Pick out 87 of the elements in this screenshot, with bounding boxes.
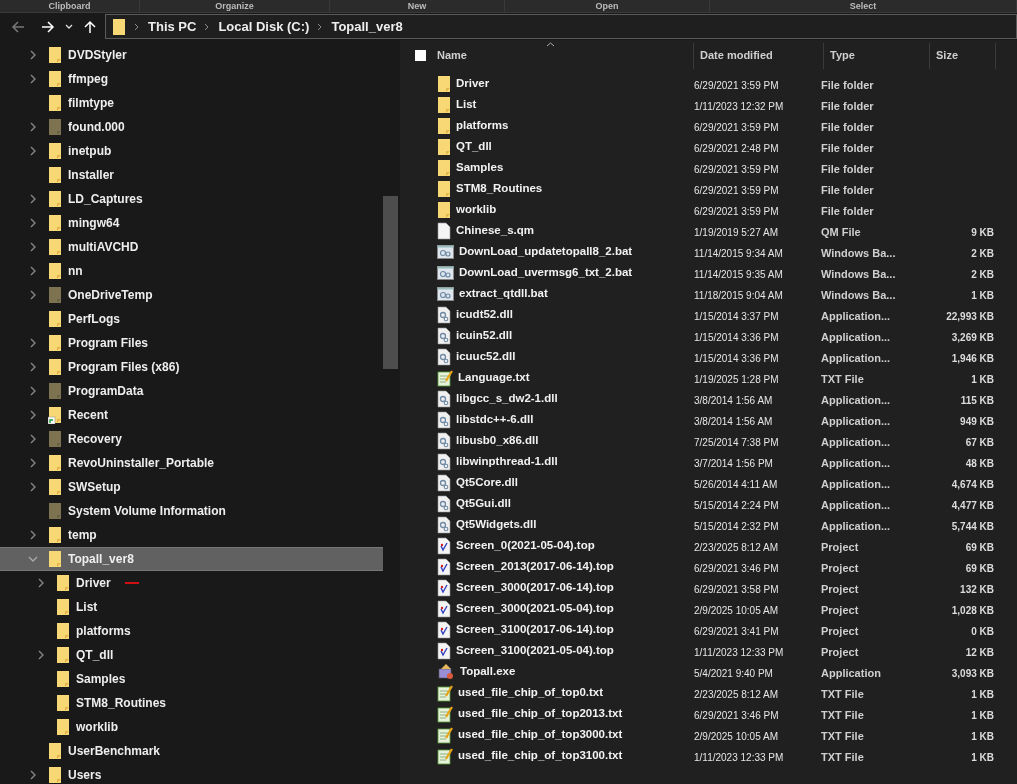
tree-item[interactable]: Topall_ver8 [0, 547, 383, 571]
chevron-right-icon [134, 22, 140, 31]
ribbon-group-label: New [407, 0, 427, 12]
folder-icon [112, 17, 126, 36]
tree-item[interactable]: Recovery [0, 427, 383, 451]
column-header[interactable]: Size [930, 42, 996, 69]
file-row[interactable]: DownLoad_updatetopall8_2.bat 11/14/2015 9:34 AM Windows Ba... 2 KB [400, 241, 1017, 262]
file-row[interactable]: libwinpthread-1.dll 3/7/2014 1:56 PM Application... 48 KB [400, 451, 1017, 472]
file-row[interactable]: icudt52.dll 1/15/2014 3:37 PM Application... 22,993 KB [400, 304, 1017, 325]
file-row[interactable]: Screen_3100(2017-06-14).top 6/29/2021 3:41 PM Project 0 KB [400, 619, 1017, 640]
column-header[interactable]: Date modified [694, 42, 824, 69]
column-header[interactable]: Type [824, 42, 930, 69]
file-row[interactable]: Qt5Widgets.dll 5/15/2014 2:32 PM Application... 5,744 KB [400, 514, 1017, 535]
file-row[interactable]: used_file_chip_of_top0.txt 2/23/2025 8:12 AM TXT File 1 KB [400, 682, 1017, 703]
ribbon-group-label: Select [849, 0, 877, 12]
ribbon-group-label: Clipboard [48, 0, 91, 12]
tree-item[interactable]: PerfLogs [0, 307, 383, 331]
tree-item[interactable]: RevoUninstaller_Portable [0, 451, 383, 475]
tree-item[interactable]: QT_dll [0, 643, 383, 667]
file-row[interactable]: Screen_3100(2021-05-04).top 1/11/2023 12:33 PM Project 12 KB [400, 640, 1017, 661]
column-header[interactable]: Name [431, 42, 694, 69]
file-row[interactable]: List 1/11/2023 12:32 PM File folder [400, 94, 1017, 115]
tree-item[interactable]: platforms [0, 619, 383, 643]
breadcrumb[interactable]: This PC [148, 16, 197, 37]
up-arrow-icon[interactable] [83, 19, 97, 34]
tree-item[interactable]: UserBenchmark [0, 739, 383, 763]
tree-item[interactable]: inetpub [0, 139, 383, 163]
file-row[interactable]: used_file_chip_of_top3100.txt 1/11/2023 12:33 PM TXT File 1 KB [400, 745, 1017, 766]
file-row[interactable]: Screen_3000(2021-05-04).top 2/9/2025 10:05 AM Project 1,028 KB [400, 598, 1017, 619]
tree-item[interactable]: nn [0, 259, 383, 283]
dropdown-caret-icon[interactable] [65, 23, 73, 30]
file-row[interactable]: icuin52.dll 1/15/2014 3:36 PM Application... 3,269 KB [400, 325, 1017, 346]
file-row[interactable]: Driver 6/29/2021 3:59 PM File folder [400, 73, 1017, 94]
tree-item[interactable]: multiAVCHD [0, 235, 383, 259]
address-bar[interactable]: This PC Local Disk (C:) Topall_ver8 [105, 14, 1017, 39]
tree-item[interactable]: LD_Captures [0, 187, 383, 211]
file-row[interactable]: platforms 6/29/2021 3:59 PM File folder [400, 115, 1017, 136]
select-all-checkbox[interactable] [415, 50, 426, 61]
ribbon-group-label: Organize [215, 0, 254, 12]
file-row[interactable]: Screen_2013(2017-06-14).top 6/29/2021 3:46 PM Project 69 KB [400, 556, 1017, 577]
back-icon[interactable] [11, 19, 25, 34]
breadcrumb[interactable]: Topall_ver8 [331, 16, 403, 37]
tree-item[interactable]: mingw64 [0, 211, 383, 235]
tree-item[interactable]: Recent [0, 403, 383, 427]
file-row[interactable]: Qt5Gui.dll 5/15/2014 2:24 PM Application... 4,477 KB [400, 493, 1017, 514]
chevron-right-icon [204, 22, 211, 31]
tree-item[interactable]: Users [0, 763, 383, 784]
tree-item[interactable]: ffmpeg [0, 67, 383, 91]
file-row[interactable]: used_file_chip_of_top2013.txt 6/29/2021 3:46 PM TXT File 1 KB [400, 703, 1017, 724]
tree-item[interactable]: STM8_Routines [0, 691, 383, 715]
tree-item[interactable]: OneDriveTemp [0, 283, 383, 307]
tree-item[interactable]: found.000 [0, 115, 383, 139]
file-row[interactable]: DownLoad_uvermsg6_txt_2.bat 11/14/2015 9:35 AM Windows Ba... 2 KB [400, 262, 1017, 283]
file-row[interactable]: Qt5Core.dll 5/26/2014 4:11 AM Application... 4,674 KB [400, 472, 1017, 493]
tree-item[interactable]: Program Files (x86) [0, 355, 383, 379]
file-row[interactable]: libgcc_s_dw2-1.dll 3/8/2014 1:56 AM Application... 115 KB [400, 388, 1017, 409]
file-row[interactable]: Language.txt 1/19/2025 1:28 PM TXT File 1 KB [400, 367, 1017, 388]
breadcrumb[interactable]: Local Disk (C:) [218, 16, 310, 37]
forward-icon[interactable] [41, 19, 55, 34]
ribbon-group-label: Open [595, 0, 619, 12]
file-row[interactable]: used_file_chip_of_top3000.txt 2/9/2025 10:05 AM TXT File 1 KB [400, 724, 1017, 745]
file-row[interactable]: icuuc52.dll 1/15/2014 3:36 PM Application... 1,946 KB [400, 346, 1017, 367]
tree-item[interactable]: filmtype [0, 91, 383, 115]
tree-item[interactable]: DVDStyler [0, 43, 383, 67]
file-row[interactable]: extract_qtdll.bat 11/18/2015 9:04 AM Windows Ba... 1 KB [400, 283, 1017, 304]
tree-item[interactable]: SWSetup [0, 475, 383, 499]
chevron-right-icon [317, 22, 324, 31]
file-row[interactable]: Screen_3000(2017-06-14).top 6/29/2021 3:58 PM Project 132 KB [400, 577, 1017, 598]
file-row[interactable]: libusb0_x86.dll 7/25/2014 7:38 PM Application... 67 KB [400, 430, 1017, 451]
tree-item[interactable]: Samples [0, 667, 383, 691]
tree-item[interactable]: Program Files [0, 331, 383, 355]
tree-item[interactable]: Driver [0, 571, 383, 595]
file-row[interactable]: Samples 6/29/2021 3:59 PM File folder [400, 157, 1017, 178]
tree-item[interactable]: System Volume Information [0, 499, 383, 523]
sort-caret-icon [546, 42, 555, 47]
file-row[interactable]: QT_dll 6/29/2021 2:48 PM File folder [400, 136, 1017, 157]
file-row[interactable]: libstdc++-6.dll 3/8/2014 1:56 AM Application... 949 KB [400, 409, 1017, 430]
tree-item[interactable]: List [0, 595, 383, 619]
tree-item[interactable]: Installer [0, 163, 383, 187]
tree-item[interactable]: worklib [0, 715, 383, 739]
tree-item[interactable]: ProgramData [0, 379, 383, 403]
file-row[interactable]: Screen_0(2021-05-04).top 2/23/2025 8:12 AM Project 69 KB [400, 535, 1017, 556]
file-row[interactable]: Chinese_s.qm 1/19/2019 5:27 AM QM File 9 KB [400, 220, 1017, 241]
file-row[interactable]: worklib 6/29/2021 3:59 PM File folder [400, 199, 1017, 220]
file-row[interactable]: STM8_Routines 6/29/2021 3:59 PM File folder [400, 178, 1017, 199]
tree-item[interactable]: temp [0, 523, 383, 547]
file-row[interactable]: Topall.exe 5/4/2021 9:40 PM Application 3,093 KB [400, 661, 1017, 682]
